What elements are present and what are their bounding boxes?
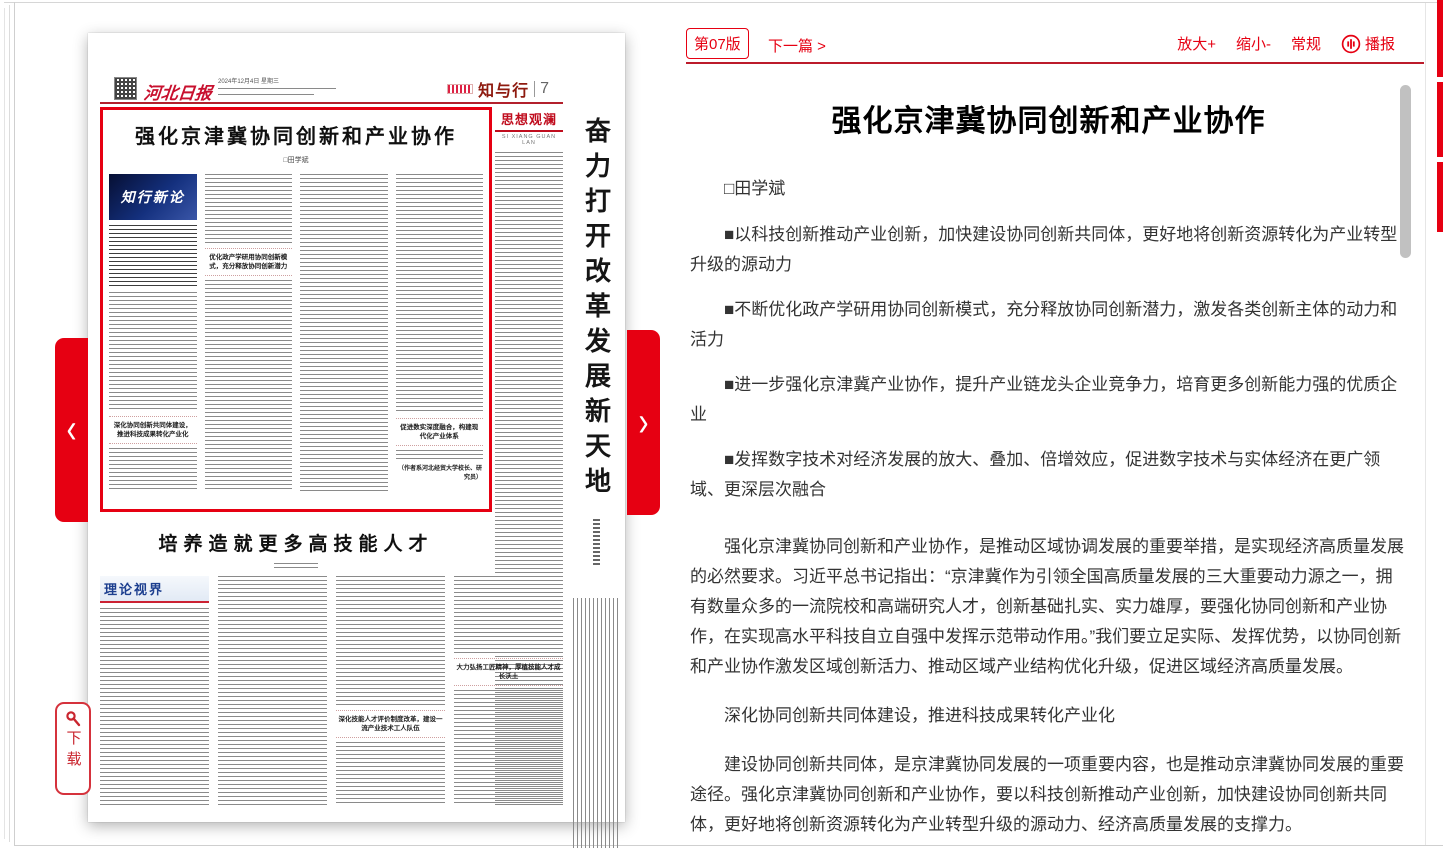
page-number-badge[interactable]: 第07版 [686, 28, 749, 59]
normal-size-button[interactable]: 常规 [1291, 33, 1321, 54]
lead-headline: 强化京津冀协同创新和产业协作 [109, 120, 483, 149]
lead-subhead-2: 深化协同创新共同体建设，推进科技成果转化产业化 [109, 416, 197, 444]
speaker-icon [1341, 34, 1361, 54]
sim-text [454, 690, 563, 806]
qr-code [114, 77, 137, 100]
right-edge-red-strip [1437, 0, 1443, 77]
article-highlight-bullet: ■发挥数字技术对经济发展的放大、叠加、倍增效应，促进数字技术与实体经济在更广领域… [690, 445, 1407, 505]
bottom-subhead-1: 深化技能人才评价制度改革，建设一流产业技术工人队伍 [336, 710, 445, 738]
window-border-top [4, 2, 1443, 3]
lead-column-4: 促进数实深度融合，构建现代化产业体系 （作者系河北经贸大学校长、研究员） [396, 174, 484, 492]
masthead-rule [100, 102, 563, 104]
article-title: 强化京津冀协同创新和产业协作 [690, 102, 1407, 142]
sim-text [109, 225, 197, 287]
broadcast-button[interactable]: 播报 [1341, 33, 1395, 54]
window-border-bottom [14, 845, 1443, 846]
next-page-button[interactable]: › [627, 330, 660, 515]
article-highlight-bullet: ■以科技创新推动产业创新，加快建设协同创新共同体，更好地将创新资源转化为产业转型… [690, 220, 1407, 280]
sim-text [205, 174, 293, 244]
sim-text [100, 608, 209, 806]
sim-text [336, 742, 445, 806]
article-paragraph: 强化京津冀协同创新和产业协作，是推动区域协调发展的重要举措，是实现经济高质量发展… [690, 532, 1407, 682]
article-highlight-bullet: ■进一步强化京津冀产业协作，提升产业链龙头企业竞争力，培育更多创新能力强的优质企… [690, 370, 1407, 430]
bottom-article: 培养造就更多高技能人才 理论视界 深化技能人才评价制度改革，建设一流产业技术工人… [100, 521, 563, 813]
pane-divider [1425, 3, 1426, 845]
lead-endnote: （作者系河北经贸大学校长、研究员） [396, 460, 484, 481]
sim-text [454, 576, 563, 654]
masthead-mini-logo [447, 84, 473, 94]
page-stack-edge [9, 5, 10, 842]
masthead: 河北日报 2024年12月4日 星期三 知与行 7 [114, 77, 611, 105]
bottom-headline: 培养造就更多高技能人才 [100, 529, 492, 556]
lead-subhead-3: 促进数实深度融合，构建现代化产业体系 [396, 418, 484, 446]
sim-text [109, 448, 197, 492]
date-text: 2024年12月4日 星期三 [218, 79, 279, 85]
broadcast-label: 播报 [1365, 33, 1395, 54]
vertical-headline-column: 奋力打开改革发展新天地 [570, 117, 622, 848]
section-header: 知与行 7 [447, 77, 549, 101]
download-label: 下载 [63, 730, 84, 772]
highlighted-article-region[interactable]: 强化京津冀协同创新和产业协作 □田学斌 知行新论 深化协同创新共同体建设，推进科… [100, 107, 492, 512]
lead-column-2: 优化政产学研用协同创新模式，充分释放协同创新潜力 [205, 174, 293, 492]
page-stack-edge [4, 8, 5, 839]
article-highlight-bullet: ■不断优化政产学研用协同创新模式，充分释放协同创新潜力，激发各类创新主体的动力和… [690, 295, 1407, 355]
download-button[interactable]: 下载 [55, 702, 91, 795]
article-reader: 强化京津冀协同创新和产业协作 □田学斌 ■以科技创新推动产业创新，加快建设协同创… [690, 74, 1407, 843]
sixiang-guanlan-label: 思想观澜 [495, 109, 563, 132]
bottom-column-4: 大力弘扬工匠精神，厚植技能人才成长沃土 [454, 576, 563, 806]
lead-subhead-1: 优化政产学研用协同创新模式，充分释放协同创新潜力 [205, 248, 293, 276]
bottom-column-2 [218, 576, 327, 806]
sim-text [336, 576, 445, 706]
bottom-column-1: 理论视界 [100, 576, 209, 806]
right-edge-red-strip [1437, 82, 1443, 157]
zoom-in-button[interactable]: 放大+ [1177, 33, 1216, 54]
zhixing-xinlun-graphic: 知行新论 [109, 174, 197, 220]
article-section-heading: 深化协同创新共同体建设，推进科技成果转化产业化 [690, 701, 1407, 731]
sim-text [109, 292, 197, 412]
article-paragraph: 建设协同创新共同体，是京津冀协同发展的一项重要内容，也是推动京津冀协同发展的重要… [690, 750, 1407, 840]
sim-text [205, 280, 293, 492]
sim-text [300, 174, 388, 492]
previous-page-button[interactable]: ‹ [55, 338, 88, 522]
right-edge-red-strip [1437, 162, 1443, 232]
reader-toolbar-right: 放大+ 缩小- 常规 播报 [1177, 33, 1395, 54]
bottom-article-columns: 理论视界 深化技能人才评价制度改革，建设一流产业技术工人队伍 大力弘扬工匠精神，… [100, 576, 563, 806]
section-name: 知与行 [478, 77, 529, 101]
chevron-right-icon: › [639, 402, 649, 444]
lead-author: □田学斌 [109, 155, 483, 165]
masthead-date: 2024年12月4日 星期三 [218, 78, 336, 98]
sim-text [218, 576, 327, 806]
sim-text [396, 174, 484, 414]
scrollbar-thumb[interactable] [1400, 85, 1411, 258]
vertical-headline: 奋力打开改革发展新天地 [578, 117, 615, 509]
section-separator [534, 81, 535, 97]
sixiang-guanlan-label-en: SI XIANG GUAN LAN [495, 134, 563, 146]
chevron-left-icon: ‹ [67, 409, 77, 451]
sim-text [396, 450, 484, 460]
lead-column-1: 知行新论 深化协同创新共同体建设，推进科技成果转化产业化 [109, 174, 197, 492]
next-article-link[interactable]: 下一篇 > [768, 35, 826, 56]
newspaper-logo: 河北日报 [143, 79, 214, 104]
newspaper-reader-window: 河北日报 2024年12月4日 星期三 知与行 7 强化京津冀协同创新和产业协作… [0, 0, 1443, 859]
lead-column-3 [300, 174, 388, 492]
section-page-number: 7 [540, 80, 549, 98]
bottom-column-3: 深化技能人才评价制度改革，建设一流产业技术工人队伍 [336, 576, 445, 806]
zoom-out-button[interactable]: 缩小- [1236, 33, 1271, 54]
lilun-shijie-graphic: 理论视界 [100, 576, 209, 603]
newspaper-page-preview[interactable]: 河北日报 2024年12月4日 星期三 知与行 7 强化京津冀协同创新和产业协作… [88, 33, 625, 822]
pdf-download-icon [64, 710, 82, 728]
lead-article-columns: 知行新论 深化协同创新共同体建设，推进科技成果转化产业化 优化政产学研用协同创新… [109, 174, 483, 492]
bottom-subhead-2: 大力弘扬工匠精神，厚植技能人才成长沃土 [454, 658, 563, 686]
toolbar-rule [686, 62, 1424, 64]
page-stack-edge [14, 2, 15, 846]
masthead-email-line [218, 94, 314, 98]
article-author: □田学斌 [690, 174, 1407, 199]
masthead-editors-line [218, 88, 336, 92]
vertical-author-sim [593, 519, 600, 565]
sim-text-vertical [573, 598, 619, 848]
bottom-author-sim [274, 563, 318, 568]
